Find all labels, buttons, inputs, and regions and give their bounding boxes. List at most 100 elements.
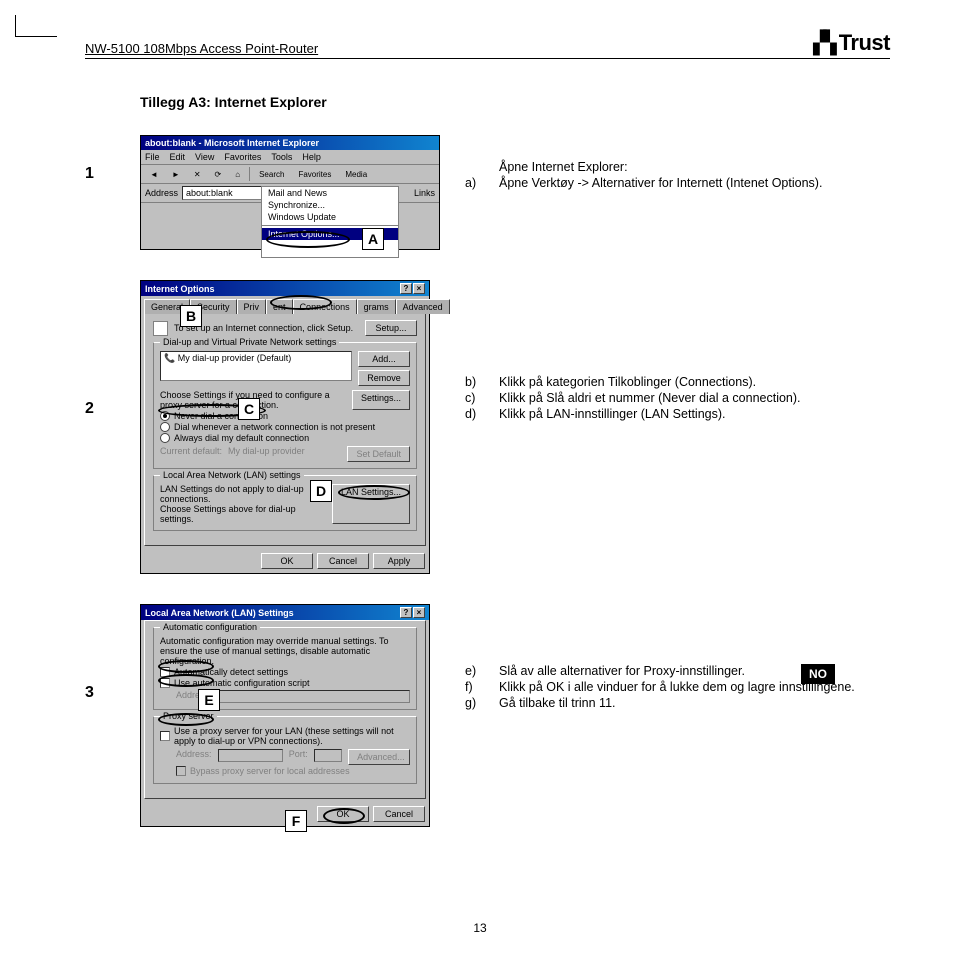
lan-settings-panel: Automatic configuration may override man… [144, 620, 426, 799]
instruction-item: g)Gå tilbake til trinn 11. [465, 696, 890, 710]
window-titlebar: Local Area Network (LAN) Settings ? × [141, 605, 429, 620]
ok-button[interactable]: OK [261, 553, 313, 569]
callout-circle-f [323, 808, 365, 824]
instruction-item: d)Klikk på LAN-innstillinger (LAN Settin… [465, 407, 890, 421]
brand-icon: ▞▚ [813, 31, 834, 56]
page-corner-bracket [15, 15, 57, 37]
step-number: 2 [85, 280, 140, 418]
callout-label-e: E [198, 689, 220, 711]
callout-label-d: D [310, 480, 332, 502]
tab-advanced[interactable]: Advanced [396, 299, 450, 314]
lan-note-2: Choose Settings above for dial-up settin… [160, 504, 326, 524]
intro-text: Åpne Internet Explorer: [465, 160, 890, 174]
cancel-button[interactable]: Cancel [317, 553, 369, 569]
favorites-button[interactable]: Favorites [293, 168, 336, 181]
step-number: 3 [85, 604, 140, 702]
bypass-proxy-check[interactable]: Bypass proxy server for local addresses [176, 766, 410, 776]
close-button[interactable]: × [413, 283, 425, 294]
advanced-button[interactable]: Advanced... [348, 749, 410, 765]
dialup-list[interactable]: 📞 My dial-up provider (Default) [160, 351, 352, 381]
screenshot-2: Internet Options ? × General Security Pr… [140, 280, 440, 574]
window-title: about:blank - Microsoft Internet Explore… [145, 138, 319, 148]
section-title: Tillegg A3: Internet Explorer [140, 94, 890, 110]
lan-note-1: LAN Settings do not apply to dial-up con… [160, 484, 326, 504]
proxy-group: Use a proxy server for your LAN (these s… [153, 716, 417, 784]
add-button[interactable]: Add... [358, 351, 410, 367]
dropdown-item[interactable]: Synchronize... [262, 199, 398, 211]
address-bar: Address about:blank Mail and News Synchr… [141, 184, 439, 203]
address-label: Address [145, 188, 178, 198]
current-default-label: Current default: [160, 446, 222, 462]
callout-label-a: A [362, 228, 384, 250]
callout-circle-d [338, 485, 410, 500]
search-button[interactable]: Search [254, 168, 289, 181]
language-badge: NO [801, 664, 835, 684]
stop-button[interactable]: ✕ [189, 168, 206, 181]
step-number: 1 [85, 135, 140, 183]
back-button[interactable]: ◄ [145, 168, 163, 181]
window-titlebar: Internet Options ? × [141, 281, 429, 296]
menu-item[interactable]: Tools [271, 152, 292, 162]
remove-button[interactable]: Remove [358, 370, 410, 386]
help-button[interactable]: ? [400, 283, 412, 294]
apply-button[interactable]: Apply [373, 553, 425, 569]
menu-item[interactable]: File [145, 152, 160, 162]
proxy-address-label: Address: [176, 749, 212, 765]
step-3: 3 Local Area Network (LAN) Settings ? × … [85, 604, 890, 827]
callout-circle-e2 [158, 674, 214, 687]
menubar[interactable]: File Edit View Favorites Tools Help [141, 150, 439, 165]
tab-privacy[interactable]: Priv [237, 299, 267, 314]
cancel-button[interactable]: Cancel [373, 806, 425, 822]
proxy-port-label: Port: [289, 749, 308, 765]
dropdown-item[interactable]: Windows Update [262, 211, 398, 223]
settings-button[interactable]: Settings... [352, 390, 410, 410]
page-header: NW-5100 108Mbps Access Point-Router ▞▚ T… [85, 30, 890, 59]
home-button[interactable]: ⌂ [230, 168, 245, 181]
refresh-button[interactable]: ⟳ [210, 168, 227, 181]
links-label: Links [414, 188, 435, 198]
tab-programs[interactable]: grams [357, 299, 396, 314]
step-2: 2 Internet Options ? × General Security … [85, 280, 890, 574]
brand-logo: ▞▚ Trust [813, 30, 890, 56]
dialog-buttons: OK Cancel Apply [141, 549, 429, 573]
setup-button[interactable]: Setup... [365, 320, 417, 336]
window-titlebar: about:blank - Microsoft Internet Explore… [141, 136, 439, 150]
connections-panel: To set up an Internet connection, click … [144, 314, 426, 546]
callout-circle-b [270, 295, 332, 310]
proxy-address-input[interactable] [218, 749, 283, 762]
lan-group: LAN Settings do not apply to dial-up con… [153, 475, 417, 531]
product-name: NW-5100 108Mbps Access Point-Router [85, 41, 318, 56]
close-button[interactable]: × [413, 607, 425, 618]
dialup-item[interactable]: 📞 My dial-up provider (Default) [164, 353, 348, 364]
address-input[interactable]: about:blank [182, 186, 272, 200]
menu-item[interactable]: Edit [170, 152, 186, 162]
forward-button[interactable]: ► [167, 168, 185, 181]
globe-icon [153, 321, 168, 336]
callout-circle-a [266, 231, 350, 248]
instructions-1: Åpne Internet Explorer: a) Åpne Verktøy … [465, 135, 890, 192]
window-title: Local Area Network (LAN) Settings [145, 608, 294, 618]
menu-item[interactable]: Favorites [224, 152, 261, 162]
callout-circle-e3 [158, 713, 214, 726]
toolbar: ◄ ► ✕ ⟳ ⌂ Search Favorites Media [141, 165, 439, 184]
menu-item[interactable]: View [195, 152, 214, 162]
use-proxy-check[interactable]: Use a proxy server for your LAN (these s… [160, 726, 410, 746]
callout-label-f: F [285, 810, 307, 832]
radio-dial-whenever[interactable]: Dial whenever a network connection is no… [160, 422, 410, 432]
callout-label-b: B [180, 305, 202, 327]
proxy-port-input[interactable] [314, 749, 342, 762]
instructions-3: e)Slå av alle alternativer for Proxy-inn… [465, 604, 890, 712]
page-number: 13 [0, 921, 960, 935]
instruction-item: a) Åpne Verktøy -> Alternativer for Inte… [465, 176, 890, 190]
help-button[interactable]: ? [400, 607, 412, 618]
media-button[interactable]: Media [340, 168, 372, 181]
instruction-item: b)Klikk på kategorien Tilkoblinger (Conn… [465, 375, 890, 389]
screenshot-1: about:blank - Microsoft Internet Explore… [140, 135, 440, 250]
dropdown-item[interactable]: Mail and News [262, 187, 398, 199]
radio-always-dial[interactable]: Always dial my default connection [160, 433, 410, 443]
current-default-value: My dial-up provider [228, 446, 341, 462]
set-default-button[interactable]: Set Default [347, 446, 410, 462]
menu-item[interactable]: Help [302, 152, 321, 162]
instruction-item: c)Klikk på Slå aldri et nummer (Never di… [465, 391, 890, 405]
address-input[interactable] [215, 690, 410, 703]
